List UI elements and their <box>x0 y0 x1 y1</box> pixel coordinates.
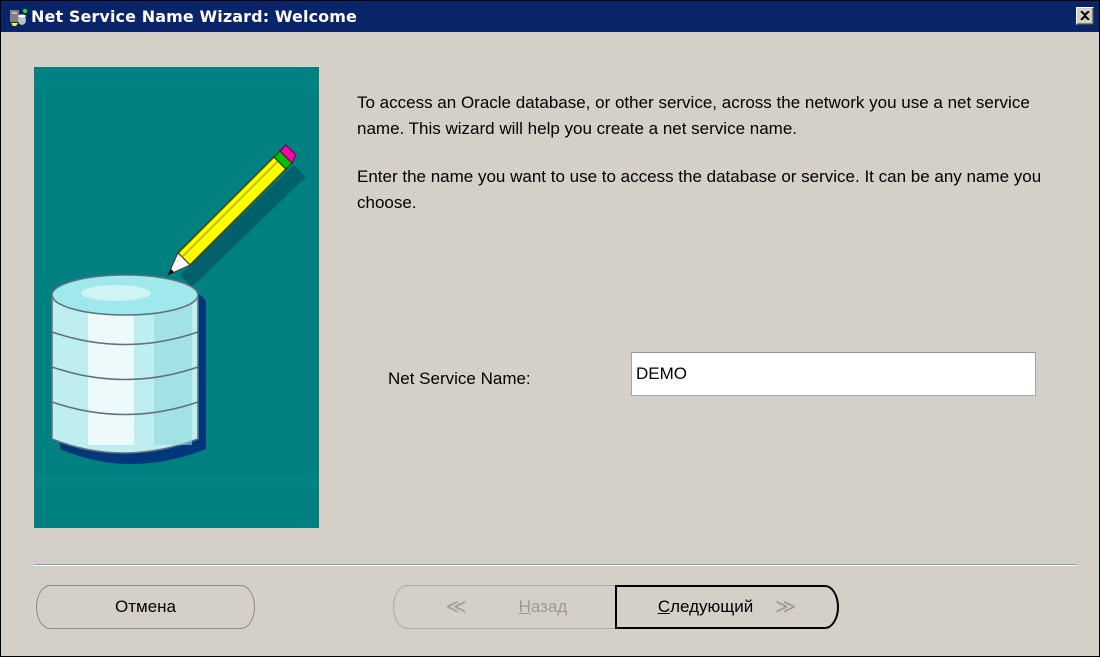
next-label-rest: ледующий <box>670 597 754 616</box>
oracle-net-icon <box>7 6 29 28</box>
back-button[interactable]: ≪ Назад <box>393 585 619 629</box>
back-label-rest: азад <box>530 597 568 616</box>
cancel-button-label: Отмена <box>115 597 176 616</box>
database-icon <box>51 274 199 454</box>
next-mnemonic: С <box>657 597 671 616</box>
back-mnemonic: Н <box>518 597 531 616</box>
title-bar[interactable]: Net Service Name Wizard: Welcome <box>1 1 1099 32</box>
chevron-right-icon: ≫ <box>775 596 797 618</box>
net-service-name-label: Net Service Name: <box>388 369 531 388</box>
close-icon <box>1080 7 1090 25</box>
next-button-label: Следующий <box>658 597 753 617</box>
wizard-window: Net Service Name Wizard: Welcome To acce… <box>0 0 1100 657</box>
description-paragraph-1: To access an Oracle database, or other s… <box>357 93 1030 138</box>
close-button[interactable] <box>1076 7 1094 25</box>
wizard-illustration <box>34 67 319 528</box>
net-service-name-input[interactable] <box>631 352 1036 396</box>
button-separator <box>34 564 1077 566</box>
cancel-button[interactable]: Отмена <box>36 585 255 629</box>
chevron-left-icon: ≪ <box>445 596 467 618</box>
back-button-label: Назад <box>519 597 568 617</box>
wizard-description: To access an Oracle database, or other s… <box>357 90 1057 238</box>
window-title: Net Service Name Wizard: Welcome <box>31 7 357 26</box>
description-paragraph-2: Enter the name you want to use to access… <box>357 167 1042 212</box>
navigation-buttons: ≪ Назад Следующий ≫ <box>393 585 839 629</box>
next-button[interactable]: Следующий ≫ <box>615 585 839 629</box>
dialog-body: To access an Oracle database, or other s… <box>1 32 1099 656</box>
